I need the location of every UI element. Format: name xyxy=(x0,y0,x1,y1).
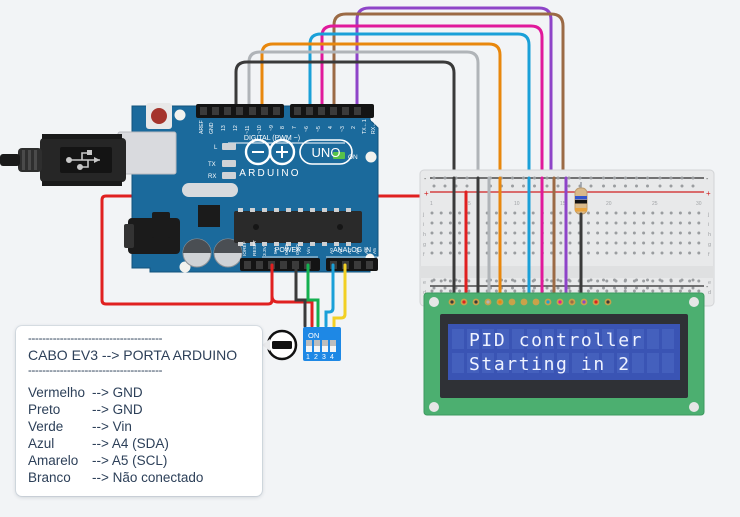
legend-wire-color: Branco xyxy=(28,470,71,485)
legend-row: Amarelo --> A5 (SCL) xyxy=(28,452,252,469)
legend-wire-target: --> Não conectado xyxy=(92,470,204,485)
lcd-line-1: PID controller xyxy=(469,330,643,351)
legend-wire-color: Vermelho xyxy=(28,385,86,400)
legend-wire-target: --> Vin xyxy=(92,419,132,434)
lcd-mount-hole xyxy=(689,402,699,412)
legend-rule-top: -------------------------------------- xyxy=(28,334,163,345)
wiring-legend-card: -------------------------------------- C… xyxy=(16,326,262,496)
legend-wire-target: --> A5 (SCL) xyxy=(92,453,168,468)
legend-wire-color: Amarelo xyxy=(28,453,79,468)
lcd-mount-hole xyxy=(689,297,699,307)
lcd-line-2: Starting in 2 xyxy=(469,354,631,375)
circuit-canvas: AREF GND 13 12 ~11 ~10 ~9 8 7 ~6 ~5 4 ~3… xyxy=(0,0,740,517)
legend-title: CABO EV3 --> PORTA ARDUINO xyxy=(28,347,238,363)
legend-wire-color: Azul xyxy=(28,436,55,451)
lcd-mount-hole xyxy=(429,297,439,307)
lcd-mount-hole xyxy=(429,402,439,412)
legend-row: Vermelho --> GND xyxy=(28,384,252,401)
legend-wire-target: --> GND xyxy=(92,385,143,400)
legend-row: Preto --> GND xyxy=(28,401,252,418)
legend-rule-bottom: -------------------------------------- xyxy=(28,366,163,377)
legend-row: Verde --> Vin xyxy=(28,418,252,435)
legend-row: Azul --> A4 (SDA) xyxy=(28,435,252,452)
legend-wire-target: --> GND xyxy=(92,402,143,417)
legend-wire-target: --> A4 (SDA) xyxy=(92,436,169,451)
legend-row-list: Vermelho --> GND Preto --> GND Verde --> Vin A… xyxy=(28,384,252,486)
legend-row: Branco --> Não conectado xyxy=(28,469,252,486)
legend-wire-color: Preto xyxy=(28,402,61,417)
legend-wire-color: Verde xyxy=(28,419,64,434)
